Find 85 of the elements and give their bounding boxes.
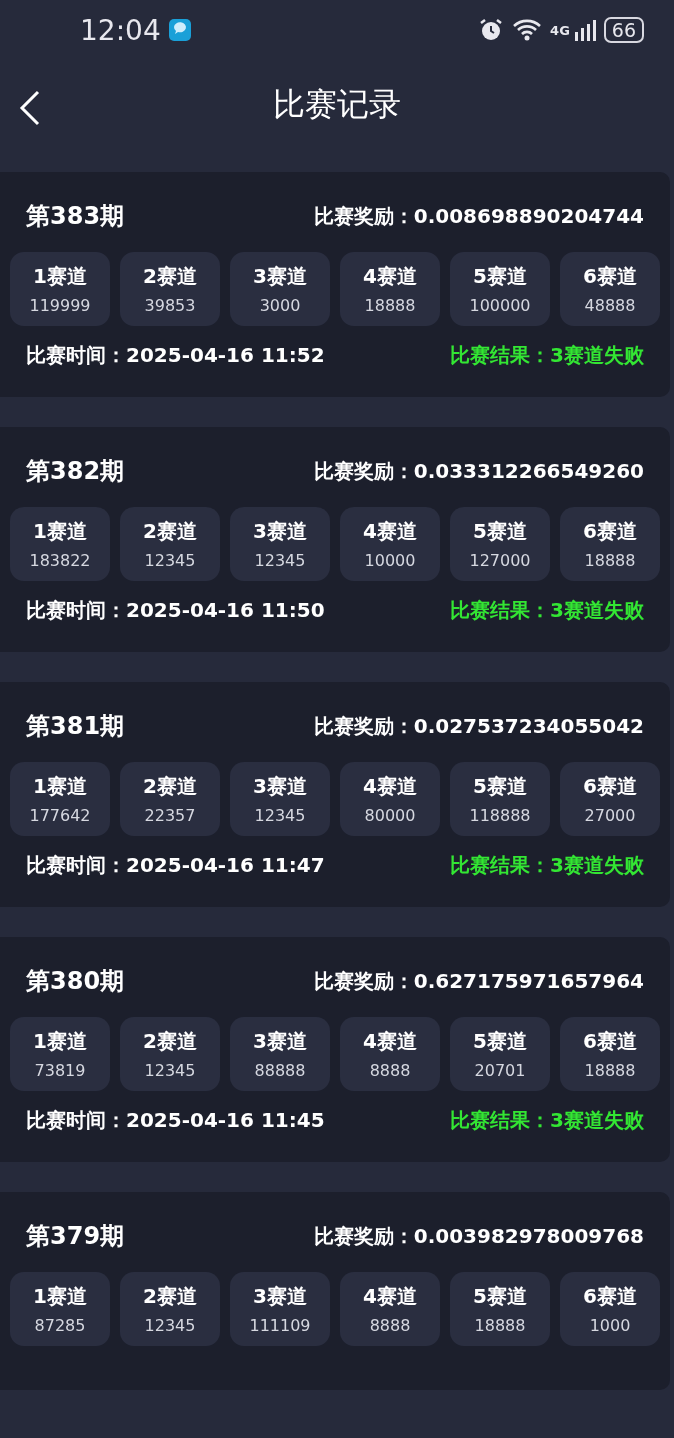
lane-value: 8888 [369,1316,411,1335]
lane-value: 12345 [254,551,306,570]
lane-name: 2赛道 [143,1028,197,1055]
lane-value: 10000 [364,551,416,570]
lane-value: 111109 [249,1316,311,1335]
race-time: 比赛时间：2025-04-16 11:47 [26,852,325,879]
lane-name: 3赛道 [253,773,307,800]
lane-name: 2赛道 [143,518,197,545]
lane-name: 4赛道 [363,263,417,290]
race-time: 比赛时间：2025-04-16 11:50 [26,597,325,624]
lane-value: 12345 [144,551,196,570]
lane-name: 3赛道 [253,263,307,290]
race-result: 比赛结果：3赛道失败 [450,852,644,879]
lane-name: 4赛道 [363,518,417,545]
lane-name: 6赛道 [583,1028,637,1055]
period-title: 第379期 [26,1221,125,1252]
reward-text: 比赛奖励：0.003982978009768 [313,1222,644,1250]
lane-value: 177642 [29,806,91,825]
lane-name: 5赛道 [473,1283,527,1310]
signal-icon [573,18,596,42]
page-title: 比赛记录 [273,84,401,125]
lane-value: 20701 [474,1061,526,1080]
lane-name: 6赛道 [583,1283,637,1310]
race-time: 比赛时间：2025-04-16 11:52 [26,342,325,369]
lane-name: 6赛道 [583,518,637,545]
lane-value: 73819 [34,1061,86,1080]
race-time: 比赛时间：2025-04-16 11:45 [26,1107,325,1134]
status-time: 12:04 [80,13,161,47]
lane-name: 4赛道 [363,1283,417,1310]
reward-text: 比赛奖励：0.033312266549260 [313,457,644,485]
period-title: 第381期 [26,711,125,742]
lane-name: 2赛道 [143,263,197,290]
lane-value: 22357 [144,806,196,825]
lane-name: 3赛道 [253,518,307,545]
period-title: 第380期 [26,966,125,997]
lane-name: 1赛道 [33,263,87,290]
lane-value: 18888 [474,1316,526,1335]
lane-value: 119999 [29,296,91,315]
reward-text: 比赛奖励：0.008698890204744 [313,202,644,230]
lane-value: 18888 [364,296,416,315]
battery-level: 66 [603,17,644,43]
lane-value: 88888 [254,1061,306,1080]
lane-name: 1赛道 [33,518,87,545]
lane-value: 80000 [364,806,416,825]
lane-value: 3000 [259,296,301,315]
lane-name: 2赛道 [143,1283,197,1310]
wifi-icon [512,18,543,42]
lane-value: 12345 [254,806,306,825]
lane-value: 8888 [369,1061,411,1080]
network-type: 4G [550,22,570,38]
race-result: 比赛结果：3赛道失败 [450,597,644,624]
reward-text: 比赛奖励：0.027537234055042 [313,712,644,740]
lane-name: 3赛道 [253,1028,307,1055]
lane-value: 12345 [144,1061,196,1080]
lane-name: 1赛道 [33,773,87,800]
lane-value: 1000 [589,1316,631,1335]
reward-text: 比赛奖励：0.627175971657964 [313,967,644,995]
lane-value: 18888 [584,551,636,570]
lane-value: 118888 [469,806,531,825]
period-title: 第382期 [26,456,125,487]
lane-name: 1赛道 [33,1283,87,1310]
lane-value: 183822 [29,551,91,570]
lane-name: 3赛道 [253,1283,307,1310]
lane-name: 5赛道 [473,518,527,545]
lane-name: 6赛道 [583,263,637,290]
race-result: 比赛结果：3赛道失败 [450,342,644,369]
lane-value: 100000 [469,296,531,315]
lane-value: 18888 [584,1061,636,1080]
lane-name: 5赛道 [473,263,527,290]
lane-name: 4赛道 [363,1028,417,1055]
race-result: 比赛结果：3赛道失败 [450,1107,644,1134]
lane-value: 127000 [469,551,531,570]
lane-value: 39853 [144,296,196,315]
lane-name: 4赛道 [363,773,417,800]
lane-name: 6赛道 [583,773,637,800]
lane-name: 1赛道 [33,1028,87,1055]
chat-app-icon [168,19,191,41]
lane-name: 5赛道 [473,1028,527,1055]
lane-value: 48888 [584,296,636,315]
lane-value: 87285 [34,1316,86,1335]
lane-value: 27000 [584,806,636,825]
lane-name: 5赛道 [473,773,527,800]
lane-value: 12345 [144,1316,196,1335]
lane-name: 2赛道 [143,773,197,800]
period-title: 第383期 [26,201,125,232]
